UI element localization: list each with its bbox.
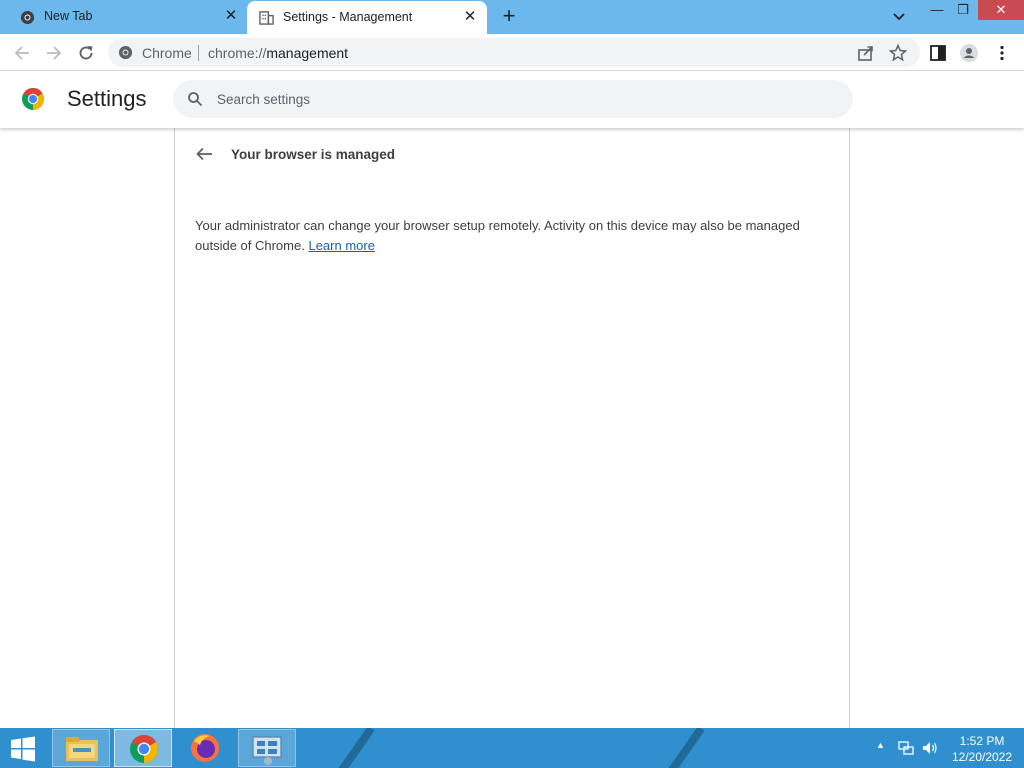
chrome-icon [20,10,35,25]
divider [198,45,199,61]
taskbar-control-panel[interactable] [238,729,296,767]
reload-icon[interactable] [76,43,96,63]
taskbar-file-explorer[interactable] [52,729,110,767]
search-input[interactable] [217,89,817,109]
close-tab-icon[interactable]: ✕ [222,7,240,25]
wallpaper-stripe [333,728,375,768]
clock-date: 12/20/2022 [951,750,1013,764]
tab-strip: New Tab ✕ Settings - Management ✕ + — ❐ … [0,0,1024,34]
site-chip: Chrome [142,45,192,61]
profile-avatar-icon[interactable] [959,43,979,63]
windows-start-icon[interactable] [8,736,38,762]
chevron-down-icon[interactable] [890,9,908,25]
wallpaper-stripe [663,728,705,768]
chrome-logo-icon [22,87,45,110]
show-hidden-icons-icon[interactable]: ▲ [876,740,885,750]
chrome-icon [118,45,133,60]
url-text[interactable]: chrome://management [208,45,348,61]
tab-title: New Tab [44,9,93,23]
volume-icon[interactable] [921,740,939,756]
minimize-button[interactable]: — [922,2,952,24]
building-icon [259,11,274,25]
tab-title: Settings - Management [283,10,413,24]
forward-arrow-icon[interactable] [44,43,64,63]
search-box[interactable] [173,80,853,118]
search-icon [188,92,203,107]
new-tab-button[interactable]: + [498,5,520,28]
system-clock[interactable]: 1:52 PM 12/20/2022 [948,733,1016,765]
taskbar-firefox[interactable] [176,729,234,767]
learn-more-link[interactable]: Learn more [308,238,374,253]
main-content: Your browser is managed Your administrat… [0,128,1024,728]
taskbar-chrome[interactable] [114,729,172,767]
tab-new-tab[interactable]: New Tab ✕ [0,0,246,34]
back-arrow-icon[interactable] [193,145,215,163]
folder-icon [66,737,98,761]
settings-header: Settings [0,71,1024,128]
network-icon[interactable] [898,740,914,756]
back-arrow-icon[interactable] [12,43,32,63]
chrome-icon [130,735,158,763]
close-window-button[interactable]: ✕ [978,0,1024,20]
firefox-icon [191,734,219,762]
address-bar[interactable]: Chrome chrome://management [108,38,920,67]
clock-time: 1:52 PM [959,734,1005,748]
page-title: Settings [67,86,147,111]
share-icon[interactable] [856,43,876,63]
control-panel-icon [252,736,282,765]
management-card: Your browser is managed Your administrat… [174,128,850,728]
tab-settings-management[interactable]: Settings - Management ✕ [247,1,487,34]
side-panel-icon[interactable] [928,43,948,63]
restore-button[interactable]: ❐ [952,2,974,24]
close-tab-icon[interactable]: ✕ [461,8,479,26]
kebab-menu-icon[interactable] [992,43,1012,63]
browser-toolbar: Chrome chrome://management [0,34,1024,71]
bookmark-star-icon[interactable] [888,43,908,63]
management-description: Your administrator can change your brows… [195,218,800,253]
taskbar: ▲ 1:52 PM 12/20/2022 [0,728,1024,768]
page-heading: Your browser is managed [231,147,396,162]
